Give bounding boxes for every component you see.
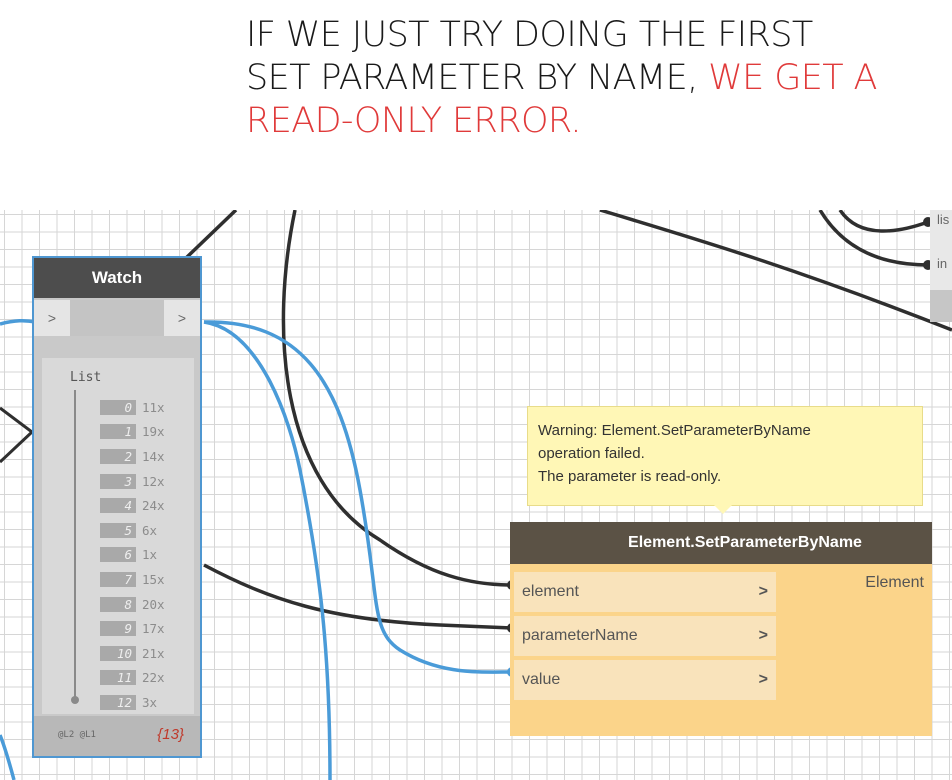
headline-line-3: READ-ONLY ERROR. [246,101,582,141]
wire-dark-top-arc-2 [818,210,929,267]
list-item-value: 22x [142,670,165,686]
warning-line-1: Warning: Element.SetParameterByName [538,422,811,439]
watch-list-view[interactable]: List 0 11x 1 19x 2 14x 3 12x 4 24x 5 6x 6 1x 7 15x 8 20x 9… [42,358,194,714]
watch-node[interactable]: Watch > > List 0 11x 1 19x 2 14x 3 12x 4 24x 5 6x 6 1… [32,256,202,758]
wire-dark-to-element [281,210,513,587]
slide-headline: IF WE JUST TRY DOING THE FIRST SET PARAM… [246,14,936,143]
list-levels[interactable]: @L2 @L1 [58,730,96,740]
input-label-value: value [522,671,561,688]
list-item: 5 6x [100,518,165,543]
list-item-value: 11x [142,399,165,415]
list-item-value: 24x [142,498,165,514]
list-item-index: 8 [100,596,136,612]
list-item: 2 14x [100,444,165,469]
input-port-parametername[interactable]: parameterName > [514,616,776,656]
dynamo-canvas[interactable]: lis in Watch > > List 0 11x 1 19x 2 14x 3 12x 4 2… [0,210,952,780]
wire-dark-to-parametername [203,563,513,630]
watch-input-port[interactable]: > [34,300,70,336]
headline-line-2: SET PARAMETER BY NAME, WE GET A [246,57,936,100]
list-item-value: 19x [142,424,165,440]
wire-blue-into-watch [0,318,37,326]
output-port-element[interactable]: Element [865,574,924,592]
watch-title[interactable]: Watch [34,258,200,298]
input-label-element: element [522,583,579,600]
warning-tooltip: Warning: Element.SetParameterByName oper… [527,406,923,506]
list-item: 7 15x [100,567,165,592]
input-label-parametername: parameterName [522,627,638,644]
chevron-right-icon: > [758,583,768,600]
list-item-index: 9 [100,621,136,637]
headline-line-2-red: WE GET A [697,58,877,98]
list-item-value: 6x [142,522,158,538]
list-item: 1 19x [100,420,165,445]
wire-dark-top-left [184,210,238,260]
list-item-value: 20x [142,596,165,612]
list-tree-line [74,390,76,702]
warning-line-3: The parameter is read-only. [538,468,722,485]
list-item: 8 20x [100,592,165,617]
input-port-element[interactable]: element > [514,572,776,612]
wire-blue-out-watch [203,320,513,674]
list-item-index: 5 [100,522,136,538]
list-item-index: 3 [100,473,136,489]
warning-tooltip-pointer [714,505,732,514]
list-item-value: 12x [142,473,165,489]
list-item-index: 2 [100,448,136,464]
list-items: 0 11x 1 19x 2 14x 3 12x 4 24x 5 6x 6 1x 7 15x 8 20x 9 17x 10… [100,395,165,715]
input-port-value[interactable]: value > [514,660,776,700]
list-item-value: 15x [142,571,165,587]
list-item-value: 21x [142,645,165,661]
list-item-index: 7 [100,571,136,587]
wire-blue-bottom-left [0,734,16,780]
chevron-right-icon: > [758,671,768,688]
list-item-index: 6 [100,547,136,563]
partial-port-1[interactable]: lis [937,212,949,227]
wire-blue-down [203,320,332,780]
partial-port-2[interactable]: in [937,256,947,271]
list-item-index: 10 [100,645,136,661]
set-parameter-by-name-node[interactable]: Element.SetParameterByName element > par… [510,522,932,736]
watch-footer: @L2 @L1 {13} [34,716,200,756]
list-item-index: 4 [100,498,136,514]
list-item-value: 14x [142,448,165,464]
list-item: 6 1x [100,543,165,568]
list-item: 9 17x [100,616,165,641]
watch-output-port[interactable]: > [164,300,200,336]
list-item: 3 12x [100,469,165,494]
list-tree-end-dot [71,696,79,704]
headline-line-2-dark: SET PARAMETER BY NAME, [246,58,698,98]
partial-node-top-right[interactable]: lis in [930,210,952,322]
list-item-index: 0 [100,399,136,415]
watch-port-bar [70,300,164,336]
chevron-right-icon: > [758,627,768,644]
warning-line-2: operation failed. [538,445,645,462]
list-item-value: 3x [142,694,158,710]
list-item-value: 17x [142,621,165,637]
list-item: 12 3x [100,690,165,715]
list-count: {13} [157,726,184,743]
list-item: 11 22x [100,666,165,691]
headline-line-1: IF WE JUST TRY DOING THE FIRST [246,15,813,55]
list-item: 0 11x [100,395,165,420]
list-item: 10 21x [100,641,165,666]
list-item-index: 12 [100,694,136,710]
node-title[interactable]: Element.SetParameterByName [510,522,932,564]
list-item-value: 1x [142,547,158,563]
list-item: 4 24x [100,493,165,518]
wire-dark-left-in [0,406,35,464]
list-label: List [70,370,102,385]
list-item-index: 1 [100,424,136,440]
wire-dark-top-arc-1 [838,210,929,233]
list-item-index: 11 [100,670,136,686]
watch-ports: > > [34,298,200,338]
